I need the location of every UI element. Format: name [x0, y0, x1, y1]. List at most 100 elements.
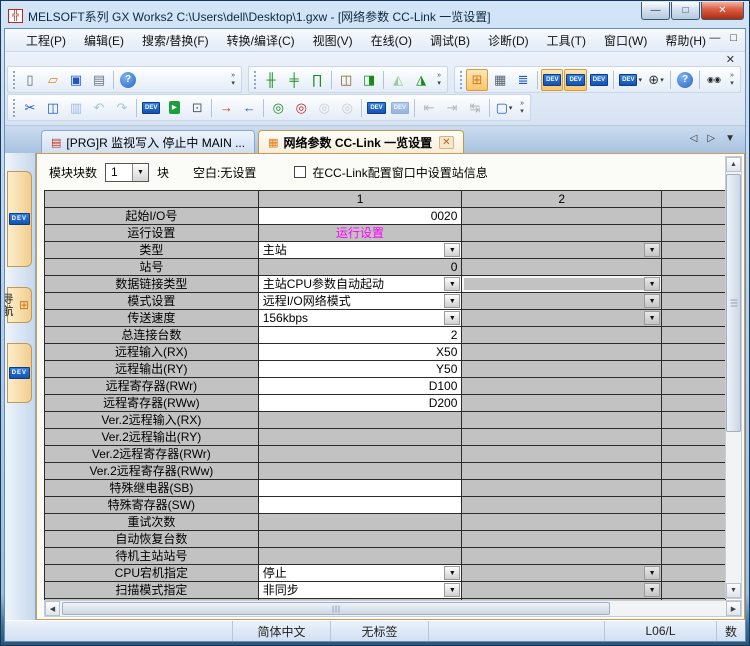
row-value-cell[interactable]: D100 — [259, 378, 463, 395]
menu-item-help[interactable]: 帮助(H) — [656, 30, 715, 51]
tab-close-icon[interactable]: ✕ — [439, 136, 453, 149]
tab-scroll-left-icon[interactable]: ◁ — [690, 133, 698, 144]
row-column2-cell[interactable]: ▼ — [462, 565, 662, 582]
mdi-restore-button[interactable]: □ — [730, 32, 737, 44]
vertical-scrollbar-thumb[interactable] — [726, 174, 741, 432]
cut-icon[interactable]: ✂ — [19, 97, 41, 119]
tab-list-icon[interactable]: ▼ — [725, 133, 735, 144]
read-from-plc-icon[interactable]: ← — [238, 97, 260, 119]
chevron-down-icon[interactable]: ▼ — [132, 164, 148, 181]
mdi-minimize-button[interactable]: — — [709, 32, 720, 44]
ladder-pulse-icon[interactable]: ∏ — [306, 69, 328, 91]
print-icon[interactable]: ▤ — [88, 69, 110, 91]
cross-reference-window-icon[interactable]: DEV — [588, 69, 610, 91]
toolbar-grip-handle[interactable] — [252, 71, 256, 89]
dropdown-arrow-icon[interactable]: ▼ — [444, 294, 460, 308]
row-column2-cell[interactable]: ▼ — [462, 242, 662, 259]
device-monitor-icon[interactable]: DEV — [365, 97, 387, 119]
dropdown-arrow-icon[interactable]: ▼ — [644, 277, 660, 291]
module-count-select[interactable]: 1 ▼ — [105, 163, 149, 182]
device-use-list-window-icon[interactable]: DEV — [541, 69, 563, 91]
row-value-cell[interactable]: 主站CPU参数自动起动▼ — [259, 276, 463, 293]
tab-scroll-right-icon[interactable]: ▷ — [707, 133, 715, 144]
dropdown-arrow-icon[interactable]: ▼ — [444, 311, 460, 325]
device-test-icon[interactable]: ◫ — [335, 69, 357, 91]
monitor-stop-icon[interactable]: ╪ — [283, 69, 305, 91]
toolbar-overflow-button[interactable]: »▾ — [516, 96, 528, 120]
row-value-cell[interactable] — [259, 480, 463, 497]
device-zoom-icon[interactable]: ⊕▾ — [645, 69, 667, 91]
menu-item-convert-compile[interactable]: 转换/编译(C) — [218, 30, 304, 51]
menu-item-tools[interactable]: 工具(T) — [538, 30, 595, 51]
row-value-cell[interactable]: Y50 — [259, 361, 463, 378]
menu-item-find-replace[interactable]: 搜索/替换(F) — [133, 30, 218, 51]
row-value-cell[interactable]: 主站▼ — [259, 242, 463, 259]
cclink-config-checkbox[interactable]: 在CC-Link配置窗口中设置站信息 — [294, 164, 487, 181]
row-value-cell[interactable]: 停止▼ — [259, 565, 463, 582]
help-icon[interactable]: ? — [117, 69, 139, 91]
row-value-cell[interactable]: 0020 — [259, 208, 463, 225]
dropdown-arrow-icon[interactable]: ▼ — [644, 294, 660, 308]
dropdown-arrow-icon[interactable]: ▼ — [644, 583, 660, 597]
scroll-down-icon[interactable]: ▼ — [726, 583, 741, 598]
row-column2-cell[interactable]: ▼ — [462, 582, 662, 599]
remote-operation-icon[interactable]: ▢▾ — [493, 97, 515, 119]
open-project-icon[interactable]: ▱ — [42, 69, 64, 91]
row-value-cell[interactable]: 2 — [259, 327, 463, 344]
toolbar-overflow-button[interactable]: »▾ — [433, 68, 445, 92]
document-tab-1[interactable]: ▤[PRG]R 监视写入 停止中 MAIN ... — [41, 130, 255, 153]
write-to-plc-icon[interactable]: → — [215, 97, 237, 119]
toolbar-grip-handle[interactable] — [458, 71, 462, 89]
scroll-up-icon[interactable]: ▲ — [726, 157, 741, 172]
sidebar-tab-cross-reference[interactable]: DEV交叉参照 — [7, 343, 32, 403]
device-comment-icon[interactable]: DEV — [140, 97, 162, 119]
scroll-left-icon[interactable]: ◀ — [45, 601, 60, 616]
checkbox-icon[interactable] — [294, 166, 306, 178]
close-button[interactable]: ✕ — [701, 2, 744, 20]
row-value-cell[interactable]: 156kbps▼ — [259, 310, 463, 327]
start-monitoring-icon[interactable]: ◎ — [267, 97, 289, 119]
dropdown-arrow-icon[interactable]: ▼ — [644, 311, 660, 325]
note-icon[interactable]: ⊡ — [186, 97, 208, 119]
row-column2-cell[interactable]: ▼ — [462, 310, 662, 327]
stop-monitoring-icon[interactable]: ◎ — [290, 97, 312, 119]
help-balloon-icon[interactable]: ? — [674, 69, 696, 91]
copy-icon[interactable]: ◫ — [42, 97, 64, 119]
menu-item-project[interactable]: 工程(P) — [17, 30, 75, 51]
dropdown-arrow-icon[interactable]: ▼ — [444, 566, 460, 580]
vertical-scrollbar[interactable]: ▲ ▼ — [725, 156, 742, 599]
sidebar-tab-device-usage-list[interactable]: DEV软元件使用列表 — [7, 171, 32, 267]
sampling-trace-icon[interactable]: ◨ — [358, 69, 380, 91]
menu-item-online[interactable]: 在线(O) — [362, 30, 421, 51]
toolbar-grip-handle[interactable] — [11, 99, 15, 117]
device-display-icon[interactable]: DEV▾ — [617, 69, 644, 91]
save-project-icon[interactable]: ▣ — [65, 69, 87, 91]
row-value-cell[interactable]: 运行设置 — [259, 225, 463, 242]
menu-item-diagnostics[interactable]: 诊断(D) — [479, 30, 538, 51]
row-column2-cell[interactable]: ▼ — [462, 293, 662, 310]
change-current-value-icon[interactable]: ◮ — [410, 69, 432, 91]
menu-item-window[interactable]: 窗口(W) — [595, 30, 656, 51]
menu-item-debug[interactable]: 调试(B) — [421, 30, 479, 51]
horizontal-scrollbar[interactable]: ◀ ▶ — [44, 600, 742, 617]
new-project-icon[interactable]: ▯ — [19, 69, 41, 91]
mdi-close-button[interactable]: ✕ — [726, 53, 735, 66]
dropdown-arrow-icon[interactable]: ▼ — [644, 566, 660, 580]
maximize-button[interactable]: □ — [671, 2, 700, 20]
row-value-cell[interactable]: 非同步▼ — [259, 582, 463, 599]
dropdown-arrow-icon[interactable]: ▼ — [444, 583, 460, 597]
menu-item-edit[interactable]: 编辑(E) — [75, 30, 133, 51]
monitor-start-icon[interactable]: ╫ — [260, 69, 282, 91]
device-batch-window-icon[interactable]: DEV — [564, 69, 586, 91]
find-icon[interactable]: ◉◉ — [703, 69, 725, 91]
row-value-cell[interactable] — [259, 497, 463, 514]
dropdown-arrow-icon[interactable]: ▼ — [644, 243, 660, 257]
menu-item-view[interactable]: 视图(V) — [304, 30, 362, 51]
statement-icon[interactable]: ▸ — [163, 97, 185, 119]
scroll-right-icon[interactable]: ▶ — [726, 601, 741, 616]
toolbar-overflow-button[interactable]: »▾ — [726, 68, 738, 92]
row-value-cell[interactable]: X50 — [259, 344, 463, 361]
row-value-cell[interactable]: 远程I/O网络模式▼ — [259, 293, 463, 310]
row-value-cell[interactable]: D200 — [259, 395, 463, 412]
dropdown-arrow-icon[interactable]: ▼ — [444, 277, 460, 291]
